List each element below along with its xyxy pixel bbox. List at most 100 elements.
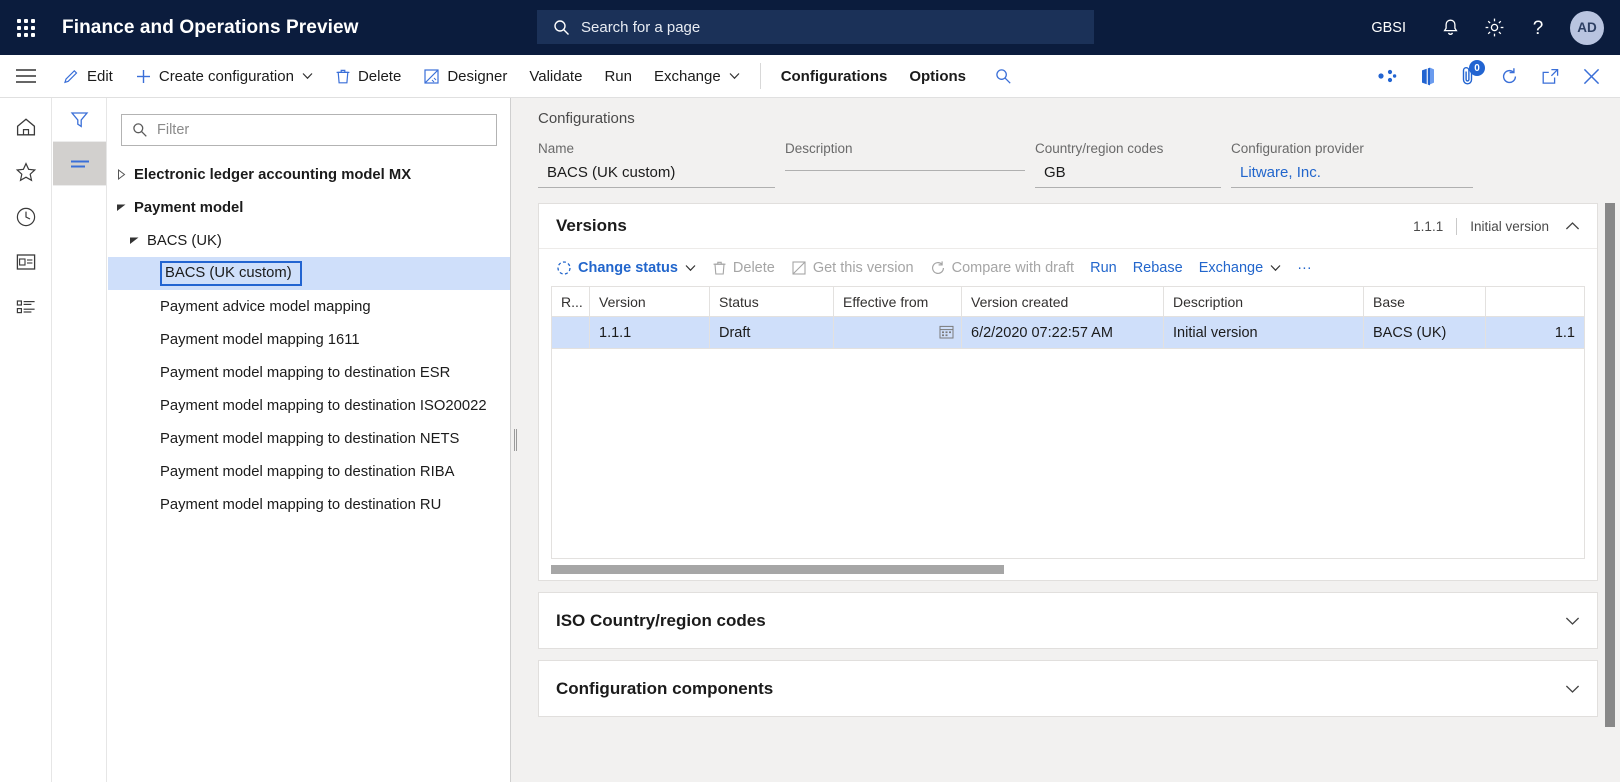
- exchange-button[interactable]: Exchange: [643, 55, 751, 97]
- edit-button[interactable]: Edit: [52, 55, 124, 97]
- tree-node[interactable]: Payment model mapping to destination RU: [108, 488, 510, 521]
- tree-node[interactable]: Electronic ledger accounting model MX: [108, 158, 510, 191]
- filter-icon[interactable]: [53, 98, 106, 142]
- global-search-input[interactable]: Search for a page: [537, 10, 1094, 44]
- validate-button-label: Validate: [529, 68, 582, 85]
- filter-input[interactable]: Filter: [121, 114, 497, 146]
- edit-button-label: Edit: [87, 68, 113, 85]
- versions-toolbar-button[interactable]: Change status: [548, 253, 704, 283]
- versions-grid-cell[interactable]: Initial version: [1164, 317, 1364, 349]
- list-lines-icon[interactable]: [53, 142, 106, 186]
- avatar[interactable]: AD: [1570, 11, 1604, 45]
- close-icon[interactable]: [1571, 55, 1612, 97]
- versions-grid-cell[interactable]: [834, 317, 962, 349]
- navigation-menu-icon[interactable]: [0, 55, 52, 97]
- versions-grid-header-row: R...VersionStatusEffective fromVersion c…: [552, 287, 1585, 317]
- configuration-components-header[interactable]: Configuration components: [539, 661, 1597, 716]
- company-selector[interactable]: GBSI: [1371, 20, 1406, 36]
- form-field-value[interactable]: [785, 161, 1025, 171]
- office-app-icon[interactable]: [1407, 55, 1448, 97]
- versions-grid-cell[interactable]: BACS (UK): [1364, 317, 1486, 349]
- calendar-icon[interactable]: [939, 324, 954, 343]
- create-configuration-label: Create configuration: [159, 68, 294, 85]
- versions-grid-column-header[interactable]: Effective from: [834, 287, 962, 317]
- configuration-components-title: Configuration components: [556, 679, 773, 699]
- tree-node[interactable]: BACS (UK custom): [108, 257, 510, 290]
- search-icon: [553, 19, 570, 36]
- main-content: Configurations NameBACS (UK custom)Descr…: [519, 98, 1620, 782]
- content-vertical-scrollbar-thumb[interactable]: [1605, 203, 1615, 727]
- designer-button[interactable]: Designer: [412, 55, 518, 97]
- tree-node[interactable]: BACS (UK): [108, 224, 510, 257]
- chevron-down-icon[interactable]: [1565, 684, 1580, 694]
- popout-icon[interactable]: [1530, 55, 1571, 97]
- app-launcher-icon[interactable]: [0, 0, 52, 55]
- versions-grid-cell[interactable]: Draft: [710, 317, 834, 349]
- versions-grid-cell[interactable]: [552, 317, 590, 349]
- form-field-value[interactable]: BACS (UK custom): [538, 161, 775, 188]
- versions-grid-column-header[interactable]: Description: [1164, 287, 1364, 317]
- content-vertical-scrollbar[interactable]: [1605, 203, 1615, 782]
- home-icon[interactable]: [0, 104, 52, 149]
- versions-toolbar-button[interactable]: Run: [1082, 253, 1125, 283]
- delete-button[interactable]: Delete: [324, 55, 412, 97]
- chevron-down-icon[interactable]: [121, 236, 147, 245]
- modules-list-icon[interactable]: [0, 284, 52, 329]
- versions-grid-cell[interactable]: 1.1.1: [590, 317, 710, 349]
- versions-grid-cell[interactable]: 1.1: [1486, 317, 1585, 349]
- tab-options-label: Options: [909, 68, 966, 85]
- versions-toolbar-button-label: Rebase: [1133, 260, 1183, 276]
- chevron-down-icon[interactable]: [1565, 616, 1580, 626]
- versions-grid: R...VersionStatusEffective fromVersion c…: [551, 286, 1585, 349]
- versions-grid-column-header[interactable]: Version: [590, 287, 710, 317]
- versions-grid-row[interactable]: 1.1.1Draft 6/2/2020 07:22:57 AMInitial ve…: [552, 317, 1585, 349]
- left-navigation-rail: [0, 98, 52, 782]
- question-icon[interactable]: ?: [1516, 0, 1560, 55]
- create-configuration-button[interactable]: Create configuration: [124, 55, 324, 97]
- tree-node[interactable]: Payment advice model mapping: [108, 290, 510, 323]
- refresh-icon[interactable]: [1489, 55, 1530, 97]
- versions-grid-column-header[interactable]: Base: [1364, 287, 1486, 317]
- tree-node[interactable]: Payment model mapping to destination NET…: [108, 422, 510, 455]
- versions-grid-hscrollbar[interactable]: [539, 559, 1597, 580]
- versions-toolbar-button[interactable]: Rebase: [1125, 253, 1191, 283]
- form-field-value[interactable]: GB: [1035, 161, 1221, 188]
- command-bar-divider: [760, 63, 761, 89]
- versions-grid-column-header[interactable]: Status: [710, 287, 834, 317]
- versions-grid-hscrollbar-thumb[interactable]: [551, 565, 1004, 574]
- top-bar-actions: GBSI ? AD: [1371, 0, 1620, 55]
- panel-splitter[interactable]: [511, 98, 519, 782]
- form-field-value[interactable]: Litware, Inc.: [1231, 161, 1473, 188]
- versions-grid-cell[interactable]: 6/2/2020 07:22:57 AM: [962, 317, 1164, 349]
- recent-clock-icon[interactable]: [0, 194, 52, 239]
- versions-grid-column-header[interactable]: Version created: [962, 287, 1164, 317]
- tree-node-label: Payment model mapping to destination ESR: [160, 365, 450, 381]
- tab-configurations[interactable]: Configurations: [770, 55, 899, 97]
- versions-grid-column-header[interactable]: R...: [552, 287, 590, 317]
- share-icon[interactable]: [1366, 55, 1407, 97]
- validate-button[interactable]: Validate: [518, 55, 593, 97]
- tree-node[interactable]: Payment model: [108, 191, 510, 224]
- tree-node[interactable]: Payment model mapping to destination ISO…: [108, 389, 510, 422]
- tree-node[interactable]: Payment model mapping to destination ESR: [108, 356, 510, 389]
- versions-panel-header[interactable]: Versions 1.1.1 Initial version: [539, 204, 1597, 248]
- workspaces-icon[interactable]: [0, 239, 52, 284]
- iso-country-region-codes-header[interactable]: ISO Country/region codes: [539, 593, 1597, 648]
- tree-node[interactable]: Payment model mapping to destination RIB…: [108, 455, 510, 488]
- tree-node[interactable]: Payment model mapping 1611: [108, 323, 510, 356]
- delete-button-label: Delete: [358, 68, 401, 85]
- gear-icon[interactable]: [1472, 0, 1516, 55]
- versions-grid-empty-space: [551, 349, 1585, 559]
- command-search-icon[interactable]: [983, 55, 1024, 97]
- run-button[interactable]: Run: [593, 55, 643, 97]
- chevron-right-icon[interactable]: [108, 169, 134, 180]
- tab-options[interactable]: Options: [898, 55, 977, 97]
- chevron-up-icon[interactable]: [1565, 221, 1580, 231]
- favorites-star-icon[interactable]: [0, 149, 52, 194]
- versions-toolbar-button[interactable]: Exchange: [1191, 253, 1290, 283]
- versions-grid-column-header[interactable]: [1486, 287, 1585, 317]
- chevron-down-icon[interactable]: [108, 203, 134, 212]
- attachments-icon[interactable]: 0: [1448, 55, 1489, 97]
- versions-toolbar-button[interactable]: ···: [1289, 253, 1320, 283]
- bell-icon[interactable]: [1428, 0, 1472, 55]
